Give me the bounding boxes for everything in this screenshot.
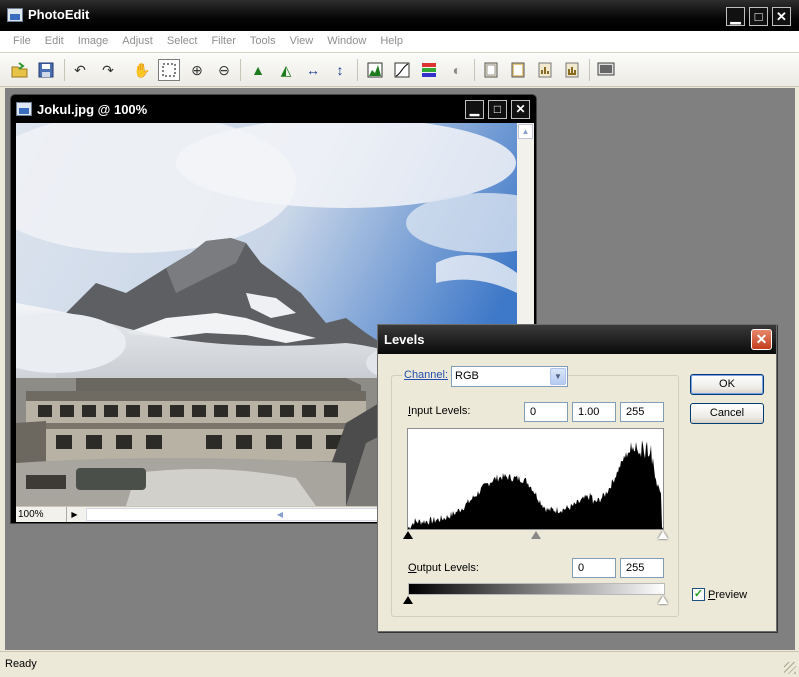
histogram	[407, 428, 664, 530]
menu-view[interactable]: View	[283, 31, 321, 52]
output-levels-label: Output Levels:	[408, 562, 479, 574]
ok-button[interactable]: OK	[690, 374, 764, 395]
menu-adjust[interactable]: Adjust	[115, 31, 160, 52]
input-levels-label: Input Levels:	[408, 405, 471, 417]
minimize-button[interactable]: ▁	[726, 7, 745, 26]
histogram-fill	[408, 440, 663, 529]
input-white-slider[interactable]	[658, 531, 668, 539]
levels-dialog-title: Levels	[384, 332, 425, 347]
menu-edit[interactable]: Edit	[38, 31, 71, 52]
toolbar: ↶ ↷ ✋ ⊕ ⊖ ▲ ◭ ↔ ↕ ◐	[0, 53, 799, 87]
toolbar-separator	[589, 59, 590, 81]
zoom-in-icon[interactable]: ⊕	[186, 59, 208, 81]
output-gradient	[408, 583, 665, 595]
input-gamma-slider[interactable]	[531, 531, 541, 539]
curves-icon[interactable]	[391, 59, 413, 81]
scroll-left-icon[interactable]: ◀	[273, 509, 287, 520]
save-icon[interactable]	[35, 59, 57, 81]
brightness-icon[interactable]: ◐	[446, 59, 468, 81]
frame-icon[interactable]	[480, 59, 502, 81]
close-button[interactable]: ✕	[772, 7, 791, 26]
toolbar-separator	[357, 59, 358, 81]
dialog-close-button[interactable]: ✕	[751, 329, 772, 350]
levels-icon[interactable]	[364, 59, 386, 81]
flip-horizontal-icon[interactable]: ▲	[247, 59, 269, 81]
border-icon[interactable]	[507, 59, 529, 81]
redo-icon[interactable]: ↷	[97, 59, 119, 81]
status-text: Ready	[5, 658, 37, 670]
output-black-slider[interactable]	[403, 596, 413, 604]
output-levels-label-text: utput Levels:	[416, 562, 479, 574]
output-white-field[interactable]: 255	[620, 558, 664, 578]
doc-maximize-button[interactable]: □	[488, 100, 507, 119]
fullscreen-icon[interactable]	[595, 59, 617, 81]
input-levels-label-text: nput Levels:	[411, 405, 471, 417]
menu-tools[interactable]: Tools	[243, 31, 283, 52]
app-title: PhotoEdit	[28, 7, 90, 22]
menu-image[interactable]: Image	[71, 31, 116, 52]
color-balance-icon[interactable]	[418, 59, 440, 81]
zoom-out-icon[interactable]: ⊖	[213, 59, 235, 81]
app-icon	[7, 8, 23, 22]
toolbar-separator	[240, 59, 241, 81]
input-black-slider[interactable]	[403, 531, 413, 539]
zoom-menu-icon[interactable]: ▶	[66, 507, 82, 522]
zoom-level: 100%	[18, 509, 44, 520]
menu-help[interactable]: Help	[373, 31, 410, 52]
output-white-slider[interactable]	[658, 596, 668, 604]
status-bar: Ready	[0, 651, 799, 677]
levels-dialog-titlebar[interactable]: Levels ✕	[378, 325, 776, 354]
resize-grip-icon[interactable]	[784, 662, 796, 674]
menu-bar: File Edit Image Adjust Select Filter Tools View…	[0, 31, 799, 53]
channel-select[interactable]: RGB ▼	[451, 366, 568, 387]
chevron-down-icon[interactable]: ▼	[550, 368, 566, 385]
preview-checkbox[interactable]: ✓	[692, 588, 705, 601]
input-black-field[interactable]: 0	[524, 402, 568, 422]
maximize-button[interactable]: □	[749, 7, 768, 26]
app-titlebar[interactable]: PhotoEdit ▁ □ ✕	[0, 0, 799, 31]
doc-close-button[interactable]: ✕	[511, 100, 530, 119]
toolbar-separator	[64, 59, 65, 81]
resize-height-icon[interactable]: ↕	[329, 59, 351, 81]
flip-vertical-icon[interactable]: ◭	[275, 59, 297, 81]
document-title: Jokul.jpg @ 100%	[37, 102, 148, 117]
preview-label-text: review	[715, 589, 748, 601]
channel-value: RGB	[455, 370, 479, 382]
hand-icon[interactable]: ✋	[131, 59, 153, 81]
output-black-field[interactable]: 0	[572, 558, 616, 578]
input-gamma-field[interactable]: 1.00	[572, 402, 616, 422]
scroll-up-icon[interactable]: ▲	[518, 124, 533, 139]
toolbar-separator	[474, 59, 475, 81]
cancel-button[interactable]: Cancel	[690, 403, 764, 424]
doc-minimize-button[interactable]: ▁	[465, 100, 484, 119]
levels-dialog: Levels ✕ Channel: RGB ▼ Input Levels: 0 …	[377, 324, 777, 632]
input-white-field[interactable]: 255	[620, 402, 664, 422]
menu-file[interactable]: File	[6, 31, 38, 52]
histogram-icon[interactable]	[534, 59, 556, 81]
chart-icon[interactable]	[561, 59, 583, 81]
menu-filter[interactable]: Filter	[204, 31, 242, 52]
menu-select[interactable]: Select	[160, 31, 205, 52]
resize-width-icon[interactable]: ↔	[302, 59, 324, 81]
undo-icon[interactable]: ↶	[69, 59, 91, 81]
photoedit-app: PhotoEdit ▁ □ ✕ File Edit Image Adjust Selec…	[0, 0, 799, 677]
document-icon	[16, 102, 32, 116]
menu-window[interactable]: Window	[320, 31, 373, 52]
channel-label: Channel:	[402, 369, 451, 381]
open-icon[interactable]	[9, 59, 31, 81]
marquee-icon[interactable]	[158, 59, 180, 81]
preview-label[interactable]: Preview	[708, 589, 747, 601]
